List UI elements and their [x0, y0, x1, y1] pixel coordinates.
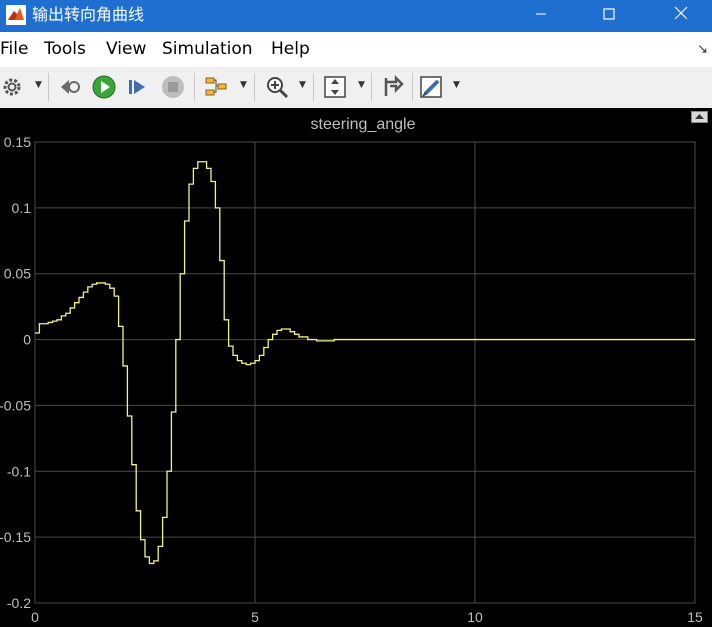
y-tick-label: -0.15	[0, 529, 31, 545]
y-tick-label: 0.05	[4, 266, 31, 282]
y-tick-label: 0	[23, 332, 31, 348]
axes-box	[34, 141, 696, 604]
y-tick-label: -0.2	[7, 595, 31, 611]
x-tick-label: 15	[687, 609, 703, 625]
x-tick-label: 10	[467, 609, 483, 625]
x-tick-label: 5	[251, 609, 259, 625]
y-tick-label: -0.1	[7, 463, 31, 479]
y-tick-label: -0.05	[0, 397, 31, 413]
steering-angle-chart: 0 5 10 15 -0.2 -0.15 -0.1 -0.05 0 0.05 0.1 0.15	[0, 134, 703, 625]
y-tick-label: 0.15	[4, 134, 31, 150]
x-tick-label: 0	[31, 609, 39, 625]
y-tick-label: 0.1	[12, 200, 32, 216]
